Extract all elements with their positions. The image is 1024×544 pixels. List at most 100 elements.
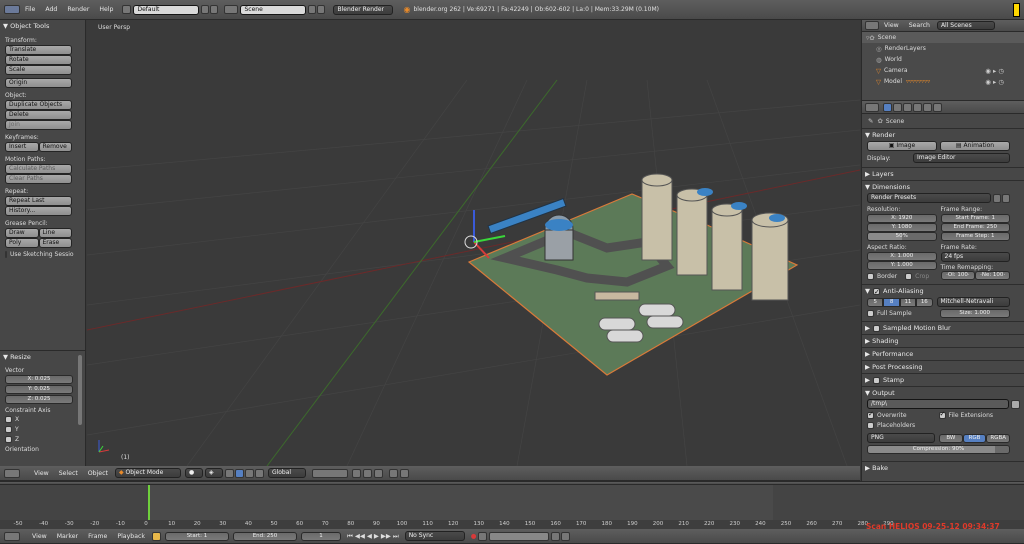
prev-keyframe-icon[interactable]: ◀◀ [355,532,365,540]
render-context-icon[interactable] [883,102,892,112]
properties-editor-icon[interactable] [865,102,879,112]
color-rgba-button[interactable]: RGBA [986,433,1011,443]
calculate-paths-button[interactable]: Calculate Paths [5,164,72,174]
world-context-icon[interactable] [903,102,912,112]
add-preset-icon[interactable] [993,193,1001,203]
filter-size-field[interactable]: Size: 1.000 [939,309,1010,318]
opengl-render-icon[interactable] [399,468,409,478]
render-image-button[interactable]: ▣ Image [867,141,937,151]
outliner-item-model[interactable]: ▽ Model ▿▿▿▿▿▿▿▿ ◉ ▸ ◷ [862,76,1024,87]
render-panel-header[interactable]: ▼ Render [862,128,1024,141]
snap-target-icon[interactable] [373,468,383,478]
color-rgb-button[interactable]: RGB [962,433,987,443]
editor-type-icon[interactable] [4,531,20,541]
line-button[interactable]: Line [38,228,72,238]
output-panel-header[interactable]: ▼ Output [862,386,1024,399]
translate-button[interactable]: Translate [5,45,72,55]
resolution-y-field[interactable]: Y: 1080 [867,223,937,232]
pin-icon[interactable]: ✎ [868,117,873,125]
record-icon[interactable]: ● [471,532,477,540]
layers-panel-header[interactable]: ▶ Layers [862,167,1024,180]
start-frame-field[interactable]: Start Frame: 1 [940,214,1010,223]
render-presets-select[interactable]: Render Presets [867,193,991,203]
toolshelf-scrollbar[interactable] [78,355,82,425]
modifier-context-icon[interactable] [933,102,942,112]
aa-samples-11[interactable]: 11 [899,297,917,307]
keying-set-field[interactable] [489,531,550,541]
motion-blur-panel-header[interactable]: ▶ Sampled Motion Blur [862,321,1024,334]
menu-object[interactable]: Object [88,470,108,477]
anti-aliasing-checkbox[interactable] [873,286,880,299]
screen-layout-icon[interactable] [122,5,132,14]
object-context-icon[interactable] [913,102,922,112]
current-frame-field[interactable]: 1 [300,531,341,541]
constraint-x-checkbox[interactable] [5,416,12,423]
translate-manip-icon[interactable] [234,468,244,478]
rotate-button[interactable]: Rotate [5,55,72,65]
mode-select[interactable]: ◆ Object Mode [114,468,181,478]
timeline-menu-view[interactable]: View [32,533,47,540]
output-path-field[interactable]: /tmp\ [867,399,1009,409]
play-icon[interactable]: ▶ [374,532,379,540]
visibility-eye-icon[interactable]: ◉ ▸ ◷ [985,78,1004,86]
delete-key-icon[interactable] [561,531,571,541]
render-preview-icon[interactable] [388,468,398,478]
remove-keyframe-button[interactable]: Remove [38,142,72,152]
editor-type-icon[interactable] [4,5,20,14]
play-reverse-icon[interactable]: ◀ [367,532,372,540]
vector-x-field[interactable]: X: 0.025 [5,375,73,384]
poly-button[interactable]: Poly [5,238,39,248]
current-frame-indicator[interactable] [148,485,150,522]
draw-button[interactable]: Draw [5,228,39,238]
object-tools-panel-header[interactable]: ▼ Object Tools [0,20,85,33]
folder-icon[interactable] [1011,399,1020,409]
menu-add[interactable]: Add [45,6,57,13]
history-button[interactable]: History... [5,206,72,216]
proportional-edit-icon[interactable] [351,468,361,478]
scene-field[interactable]: Scene [240,4,307,15]
layer-buttons-icon[interactable] [311,468,348,478]
timeline[interactable]: -50 -40 -30 -20 -10 0 10 20 30 40 50 60 70 80 90 100 110… [0,481,1024,531]
pivot-select[interactable]: ◈ [204,468,223,478]
end-frame-field[interactable]: End Frame: 250 [940,223,1010,232]
preview-range-icon[interactable] [151,531,161,541]
remove-scene-icon[interactable] [317,5,326,14]
menu-help[interactable]: Help [99,6,113,13]
aspect-y-field[interactable]: Y: 1.000 [867,261,937,270]
constraint-context-icon[interactable] [923,102,932,112]
aa-filter-select[interactable]: Mitchell-Netravali [936,297,1010,307]
delete-button[interactable]: Delete [5,110,72,120]
outliner-editor-icon[interactable] [865,21,879,30]
resize-panel-header[interactable]: ▼ Resize [0,351,86,364]
border-checkbox[interactable] [867,273,874,280]
outliner-menu-view[interactable]: View [884,22,899,29]
screen-layout-field[interactable]: Default [133,4,200,15]
viewport-shading-select[interactable]: ● [184,468,203,478]
overwrite-checkbox[interactable] [867,410,874,419]
scale-manip-icon[interactable] [254,468,264,478]
jump-end-icon[interactable]: ⏭ [393,532,399,541]
aspect-x-field[interactable]: X: 1.000 [867,252,937,261]
keying-icon[interactable] [478,531,488,541]
insert-keyframe-button[interactable]: Insert [5,142,39,152]
end-frame-field[interactable]: End: 250 [232,531,297,541]
placeholders-checkbox[interactable] [867,422,874,429]
add-scene-icon[interactable] [308,5,317,14]
duplicate-objects-button[interactable]: Duplicate Objects [5,100,72,110]
scale-button[interactable]: Scale [5,65,72,75]
scene-icon[interactable] [224,5,239,14]
outliner-item-world[interactable]: ◍ World [862,54,1024,65]
file-format-select[interactable]: PNG [867,433,935,443]
aa-samples-5[interactable]: 5 [867,297,884,307]
color-bw-button[interactable]: BW [939,433,963,443]
rotate-manip-icon[interactable] [244,468,254,478]
performance-panel-header[interactable]: ▶ Performance [862,347,1024,360]
menu-render[interactable]: Render [67,6,89,13]
motion-blur-checkbox[interactable] [873,324,880,332]
file-extensions-checkbox[interactable] [938,410,946,419]
join-button[interactable]: Join [5,120,72,130]
bake-panel-header[interactable]: ▶ Bake [862,461,1024,474]
anti-aliasing-panel-header[interactable]: ▼ Anti-Aliasing [862,284,1024,299]
outliner-filter-select[interactable]: All Scenes [936,21,995,30]
stamp-panel-header[interactable]: ▶ Stamp [862,373,1024,386]
